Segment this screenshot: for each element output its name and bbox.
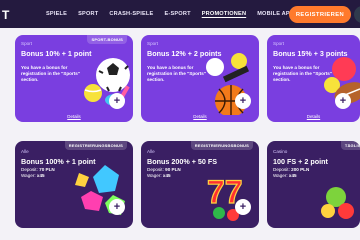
promo-card-sport-1[interactable]: Sport SPORT-BONUS Bonus 10% + 1 point Yo… — [15, 35, 133, 122]
promo-card-casino-1[interactable]: REGISTRIERUNGSBONUS Alle Bonus 100% + 1 … — [15, 141, 133, 228]
details-link[interactable]: Details — [15, 114, 133, 119]
wager-info: Wager: x45 — [21, 173, 45, 178]
promo-card-sport-2[interactable]: Sport Bonus 12% + 2 points You have a bo… — [141, 35, 259, 122]
card-category: Casino — [273, 149, 288, 154]
wager-info: Wager: x45 — [273, 173, 297, 178]
user-icon[interactable] — [354, 6, 360, 23]
details-link[interactable]: Details — [267, 114, 360, 119]
nav-sport[interactable]: SPORT — [78, 11, 98, 17]
promo-card-casino-3[interactable]: TÄGLICH Casino 100 FS + 2 point Deposit:… — [267, 141, 360, 228]
add-bonus-button[interactable]: + — [235, 199, 251, 215]
nav-e-sport[interactable]: E-SPORT — [164, 11, 190, 17]
card-badge: REGISTRIERUNGSBONUS — [190, 141, 253, 150]
add-bonus-button[interactable]: + — [335, 93, 351, 109]
card-category: Sport — [273, 41, 284, 46]
add-bonus-button[interactable]: + — [235, 93, 251, 109]
nav-spiele[interactable]: SPIELE — [46, 11, 67, 17]
promo-card-sport-3[interactable]: Sport Bonus 15% + 3 points You have a bo… — [267, 35, 360, 122]
card-category: Sport — [147, 41, 158, 46]
top-header: T SPIELE SPORT CRASH-SPIELE E-SPORT PROM… — [0, 0, 360, 28]
add-bonus-button[interactable]: + — [109, 199, 125, 215]
card-badge: REGISTRIERUNGSBONUS — [64, 141, 127, 150]
register-button[interactable]: REGISTRIEREN — [289, 6, 351, 23]
main-nav: SPIELE SPORT CRASH-SPIELE E-SPORT PROMOT… — [46, 11, 294, 17]
card-badge: SPORT-BONUS — [87, 35, 127, 44]
nav-promotionen[interactable]: PROMOTIONEN — [202, 11, 246, 17]
card-category: Alle — [147, 149, 155, 154]
details-link[interactable]: Details — [141, 114, 259, 119]
page: T SPIELE SPORT CRASH-SPIELE E-SPORT PROM… — [0, 0, 360, 240]
fruits-icon — [321, 187, 354, 219]
card-badge: TÄGLICH — [340, 141, 360, 150]
promo-card-casino-2[interactable]: REGISTRIERUNGSBONUS Alle Bonus 200% + 50… — [141, 141, 259, 228]
wager-info: Wager: x45 — [147, 173, 171, 178]
nav-crash-spiele[interactable]: CRASH-SPIELE — [109, 11, 153, 17]
add-bonus-button[interactable]: + — [109, 93, 125, 109]
card-category: Alle — [21, 149, 29, 154]
card-category: Sport — [21, 41, 32, 46]
logo[interactable]: T — [2, 8, 9, 22]
